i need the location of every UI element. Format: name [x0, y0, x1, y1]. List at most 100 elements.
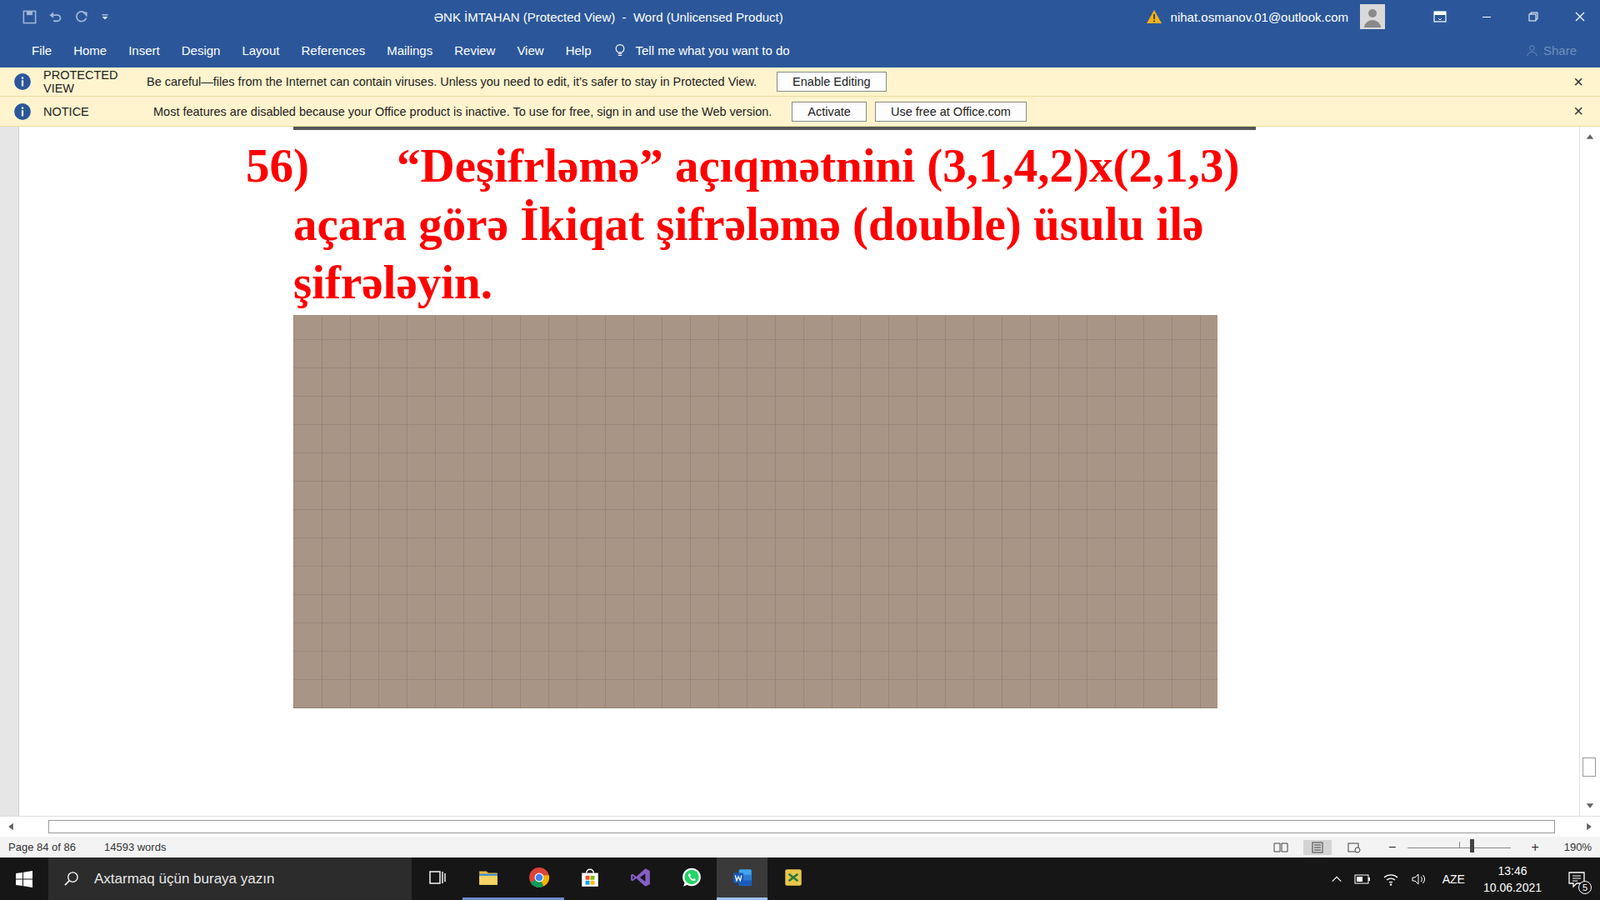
- battery-icon[interactable]: [1354, 873, 1371, 885]
- message-button[interactable]: Activate: [791, 101, 867, 122]
- zoom-out-button[interactable]: −: [1385, 840, 1400, 855]
- warning-icon: [1145, 9, 1163, 25]
- message-close-button[interactable]: ×: [1570, 101, 1587, 121]
- word-window: ƏNK İMTAHAN (Protected View) - Word (Unl…: [0, 0, 1600, 900]
- clock[interactable]: 13:4610.06.2021: [1483, 862, 1542, 896]
- message-button[interactable]: Enable Editing: [776, 71, 887, 92]
- message-title: NOTICE: [43, 105, 154, 119]
- scroll-up-icon[interactable]: [1584, 130, 1596, 143]
- account-name[interactable]: nihat.osmanov.01@outlook.com: [1170, 10, 1349, 25]
- info-icon: [13, 102, 32, 121]
- taskbar: Axtarmaq üçün buraya yazın AZE 13:4610.06.…: [0, 857, 1600, 900]
- word-icon: [731, 866, 754, 889]
- ribbon-tab[interactable]: File: [20, 38, 63, 63]
- heading-line: şifrələyin.: [245, 253, 1580, 312]
- app-icon: [782, 866, 805, 889]
- redo-icon[interactable]: [73, 9, 90, 25]
- info-icon: [13, 72, 32, 91]
- handwritten-photo: [293, 315, 1218, 709]
- vertical-scrollbar[interactable]: [1579, 126, 1600, 816]
- message-button[interactable]: Use free at Office.com: [875, 101, 1027, 122]
- message-bar: PROTECTED VIEWBe careful—files from the …: [0, 67, 1600, 97]
- message-close-button[interactable]: ×: [1570, 72, 1587, 92]
- taskbar-app[interactable]: [615, 857, 666, 900]
- notifications-button[interactable]: 5: [1560, 862, 1594, 896]
- page-count[interactable]: Page 84 of 86: [8, 840, 76, 854]
- ribbon-tab[interactable]: View: [505, 38, 555, 63]
- visual-studio-icon: [630, 866, 652, 889]
- scroll-thumb[interactable]: [48, 820, 1555, 834]
- system-tray: AZE 13:4610.06.2021 5: [1330, 857, 1600, 900]
- ribbon-tab[interactable]: Help: [555, 38, 603, 63]
- taskbar-app[interactable]: [665, 857, 717, 900]
- chrome-icon: [528, 866, 550, 889]
- horizontal-scrollbar[interactable]: [0, 815, 1600, 837]
- input-language[interactable]: AZE: [1442, 872, 1465, 886]
- message-text: Most features are disabled because your …: [153, 105, 772, 119]
- previous-image-edge: [293, 126, 1256, 130]
- tell-me-search[interactable]: Tell me what you want to do: [614, 43, 790, 59]
- document-page: 56)“Deşifrləmə” açıqmətnini (3,1,4,2)x(2…: [19, 126, 1580, 816]
- person-icon: [1525, 44, 1539, 57]
- zoom-in-button[interactable]: +: [1527, 840, 1542, 855]
- restore-icon[interactable]: [1525, 8, 1542, 25]
- ribbon-tab[interactable]: Home: [62, 38, 118, 63]
- ribbon-tab[interactable]: Insert: [117, 38, 171, 63]
- document-area: 56)“Deşifrləmə” açıqmətnini (3,1,4,2)x(2…: [0, 126, 1600, 816]
- volume-icon[interactable]: [1410, 872, 1428, 886]
- task-view-icon: [427, 867, 448, 888]
- customize-icon[interactable]: [99, 10, 111, 23]
- scroll-down-icon[interactable]: [1584, 800, 1596, 812]
- notification-count: 5: [1578, 880, 1592, 895]
- message-bar: NOTICEMost features are disabled because…: [0, 96, 1600, 127]
- quick-access-toolbar: [0, 9, 272, 25]
- print-layout-icon[interactable]: [1303, 840, 1332, 855]
- ribbon-tab[interactable]: Layout: [230, 38, 290, 63]
- store-icon: [579, 866, 601, 889]
- taskbar-app[interactable]: [716, 857, 768, 900]
- minimize-icon[interactable]: [1478, 8, 1495, 25]
- ribbon-tabs: FileHomeInsertDesignLayoutReferencesMail…: [0, 33, 1600, 68]
- word-count[interactable]: 14593 words: [104, 840, 166, 854]
- share-button[interactable]: Share: [1525, 43, 1577, 58]
- ribbon-display-icon[interactable]: [1431, 8, 1449, 25]
- taskbar-app[interactable]: [513, 857, 565, 900]
- lightbulb-icon: [614, 43, 626, 59]
- ribbon-tab[interactable]: Review: [443, 38, 506, 63]
- taskbar-app[interactable]: [767, 857, 819, 900]
- whatsapp-icon: [680, 866, 703, 889]
- heading-line: “Deşifrləmə” açıqmətnini (3,1,4,2)x(2,1,…: [396, 139, 1240, 192]
- undo-icon[interactable]: [47, 9, 64, 25]
- scroll-right-icon[interactable]: [1583, 820, 1595, 833]
- question-heading: 56)“Deşifrləmə” açıqmətnini (3,1,4,2)x(2…: [245, 136, 1580, 312]
- ribbon-tab[interactable]: References: [290, 38, 376, 63]
- taskbar-search[interactable]: Axtarmaq üçün buraya yazın: [48, 857, 412, 900]
- web-layout-icon[interactable]: [1340, 840, 1369, 855]
- taskbar-app[interactable]: [462, 857, 514, 900]
- message-text: Be careful—files from the Internet can c…: [146, 75, 757, 89]
- zoom-slider[interactable]: [1407, 838, 1511, 849]
- scroll-left-icon[interactable]: [5, 820, 17, 833]
- avatar-icon[interactable]: [1360, 4, 1385, 30]
- close-icon[interactable]: [1571, 8, 1589, 25]
- taskbar-app[interactable]: [564, 857, 615, 900]
- heading-line: açara görə İkiqat şifrələmə (double) üsu…: [245, 195, 1580, 254]
- question-number: 56): [245, 136, 397, 195]
- ribbon-tab[interactable]: Design: [170, 38, 232, 63]
- status-bar: Page 84 of 86 14593 words − +190%: [0, 836, 1600, 858]
- file-explorer-icon: [477, 866, 500, 889]
- save-icon[interactable]: [21, 9, 38, 25]
- zoom-thumb[interactable]: [1470, 839, 1475, 853]
- show-hidden-icons-icon[interactable]: [1330, 873, 1343, 885]
- search-icon: [63, 870, 80, 887]
- scroll-thumb[interactable]: [1582, 757, 1596, 777]
- message-title: PROTECTED VIEW: [43, 68, 147, 95]
- window-title: ƏNK İMTAHAN (Protected View) - Word (Unl…: [271, 10, 1146, 25]
- wifi-icon[interactable]: [1382, 872, 1400, 886]
- zoom-level[interactable]: 190%: [1564, 840, 1592, 854]
- read-mode-icon[interactable]: [1266, 840, 1295, 855]
- taskbar-app[interactable]: [411, 857, 463, 900]
- windows-logo-icon: [15, 870, 33, 888]
- start-button[interactable]: [0, 857, 49, 900]
- ribbon-tab[interactable]: Mailings: [375, 38, 444, 63]
